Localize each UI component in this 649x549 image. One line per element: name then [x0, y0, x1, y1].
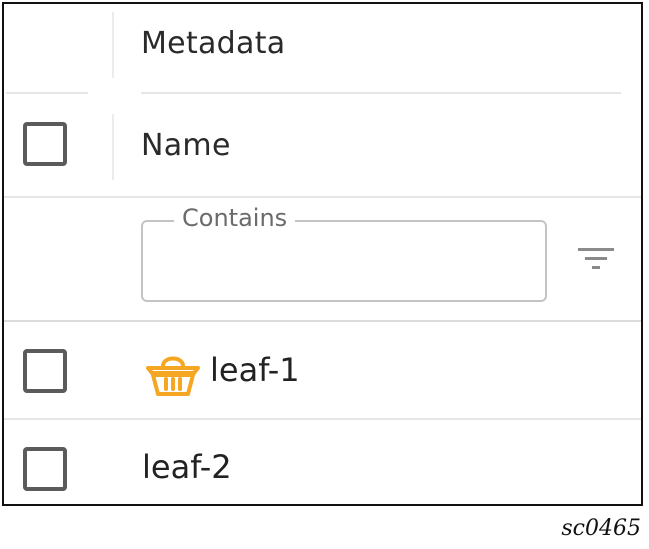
column-header-bottom-border: [4, 196, 641, 198]
group-header-underline-right: [141, 92, 621, 94]
contains-filter-label: Contains: [174, 203, 296, 233]
filter-row-bottom-border: [4, 320, 641, 322]
row-checkbox-leaf-2[interactable]: [23, 447, 67, 491]
select-all-checkbox[interactable]: [23, 122, 67, 166]
header-divider-top: [112, 12, 114, 78]
tree-table: Metadata Name Contains leaf-1 leaf-2: [2, 2, 643, 506]
row-label-leaf-2[interactable]: leaf-2: [142, 448, 232, 486]
column-header-name[interactable]: Name: [141, 128, 231, 163]
figure-caption: sc0465: [561, 516, 641, 541]
row-label-leaf-1[interactable]: leaf-1: [210, 351, 300, 389]
basket-icon: [146, 356, 200, 396]
row-checkbox-leaf-1[interactable]: [23, 349, 67, 393]
group-header-underline-left: [6, 92, 88, 94]
row-1-bottom-border: [4, 418, 641, 420]
group-header-title: Metadata: [141, 26, 286, 61]
filter-icon[interactable]: [576, 242, 616, 276]
contains-filter-input[interactable]: [154, 244, 538, 286]
header-divider-column: [112, 114, 114, 180]
